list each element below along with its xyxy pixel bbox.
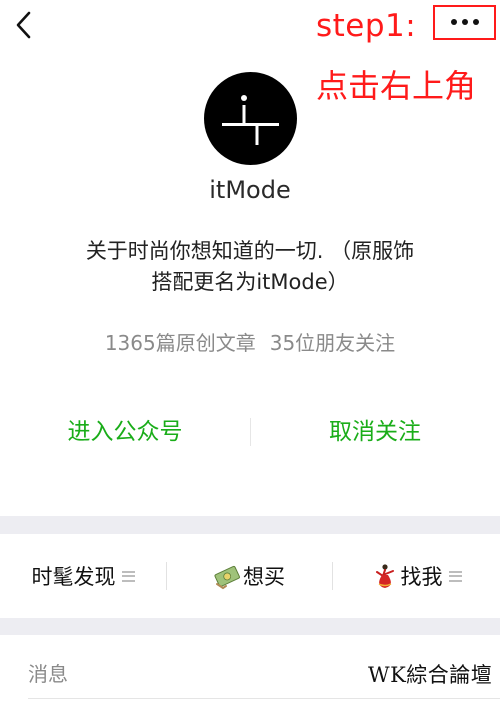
- account-stats: 1365篇原创文章 35位朋友关注: [0, 328, 500, 358]
- account-name: itMode: [209, 176, 291, 204]
- dancer-icon: [375, 564, 394, 588]
- menu-item-find-me[interactable]: 找我: [332, 534, 500, 618]
- top-bar: step1:: [0, 0, 500, 50]
- menu-bar: 时髦发现 想买 找我: [0, 534, 500, 618]
- annotation-text: 点击右上角: [316, 67, 477, 105]
- chevron-left-icon: [16, 11, 31, 39]
- menu-item-buy[interactable]: 想买: [166, 534, 332, 618]
- avatar[interactable]: [204, 72, 297, 165]
- more-dots-icon: [451, 19, 479, 25]
- back-button[interactable]: [12, 8, 36, 42]
- menu-item-fashion[interactable]: 时髦发现: [0, 534, 166, 618]
- more-button[interactable]: [447, 12, 483, 32]
- account-description: 关于时尚你想知道的一切. （原服饰 搭配更名为itMode）: [40, 236, 460, 298]
- section-separator: [0, 516, 500, 534]
- action-bar: 进入公众号 取消关注: [0, 410, 500, 454]
- section-separator: [0, 618, 500, 635]
- money-icon: [214, 565, 240, 590]
- hamburger-icon: [121, 570, 135, 582]
- menu-item-label: 想买: [243, 565, 285, 589]
- watermark: WK綜合論壇: [368, 663, 493, 687]
- unfollow-button[interactable]: 取消关注: [250, 410, 500, 454]
- description-line-1: 关于时尚你想知道的一切. （原服饰: [85, 239, 415, 263]
- follower-count: 35位朋友关注: [269, 331, 396, 355]
- menu-item-label: 找我: [400, 565, 443, 589]
- step-label: step1:: [316, 8, 417, 44]
- article-count: 1365篇原创文章: [104, 331, 256, 355]
- description-line-2: 搭配更名为itMode）: [151, 270, 349, 294]
- messages-divider: [28, 698, 500, 699]
- enter-account-button[interactable]: 进入公众号: [0, 410, 250, 454]
- itmode-logo-icon: [222, 95, 279, 145]
- menu-item-label: 时髦发现: [31, 565, 116, 589]
- messages-label: 消息: [28, 662, 68, 686]
- hamburger-icon: [448, 570, 462, 582]
